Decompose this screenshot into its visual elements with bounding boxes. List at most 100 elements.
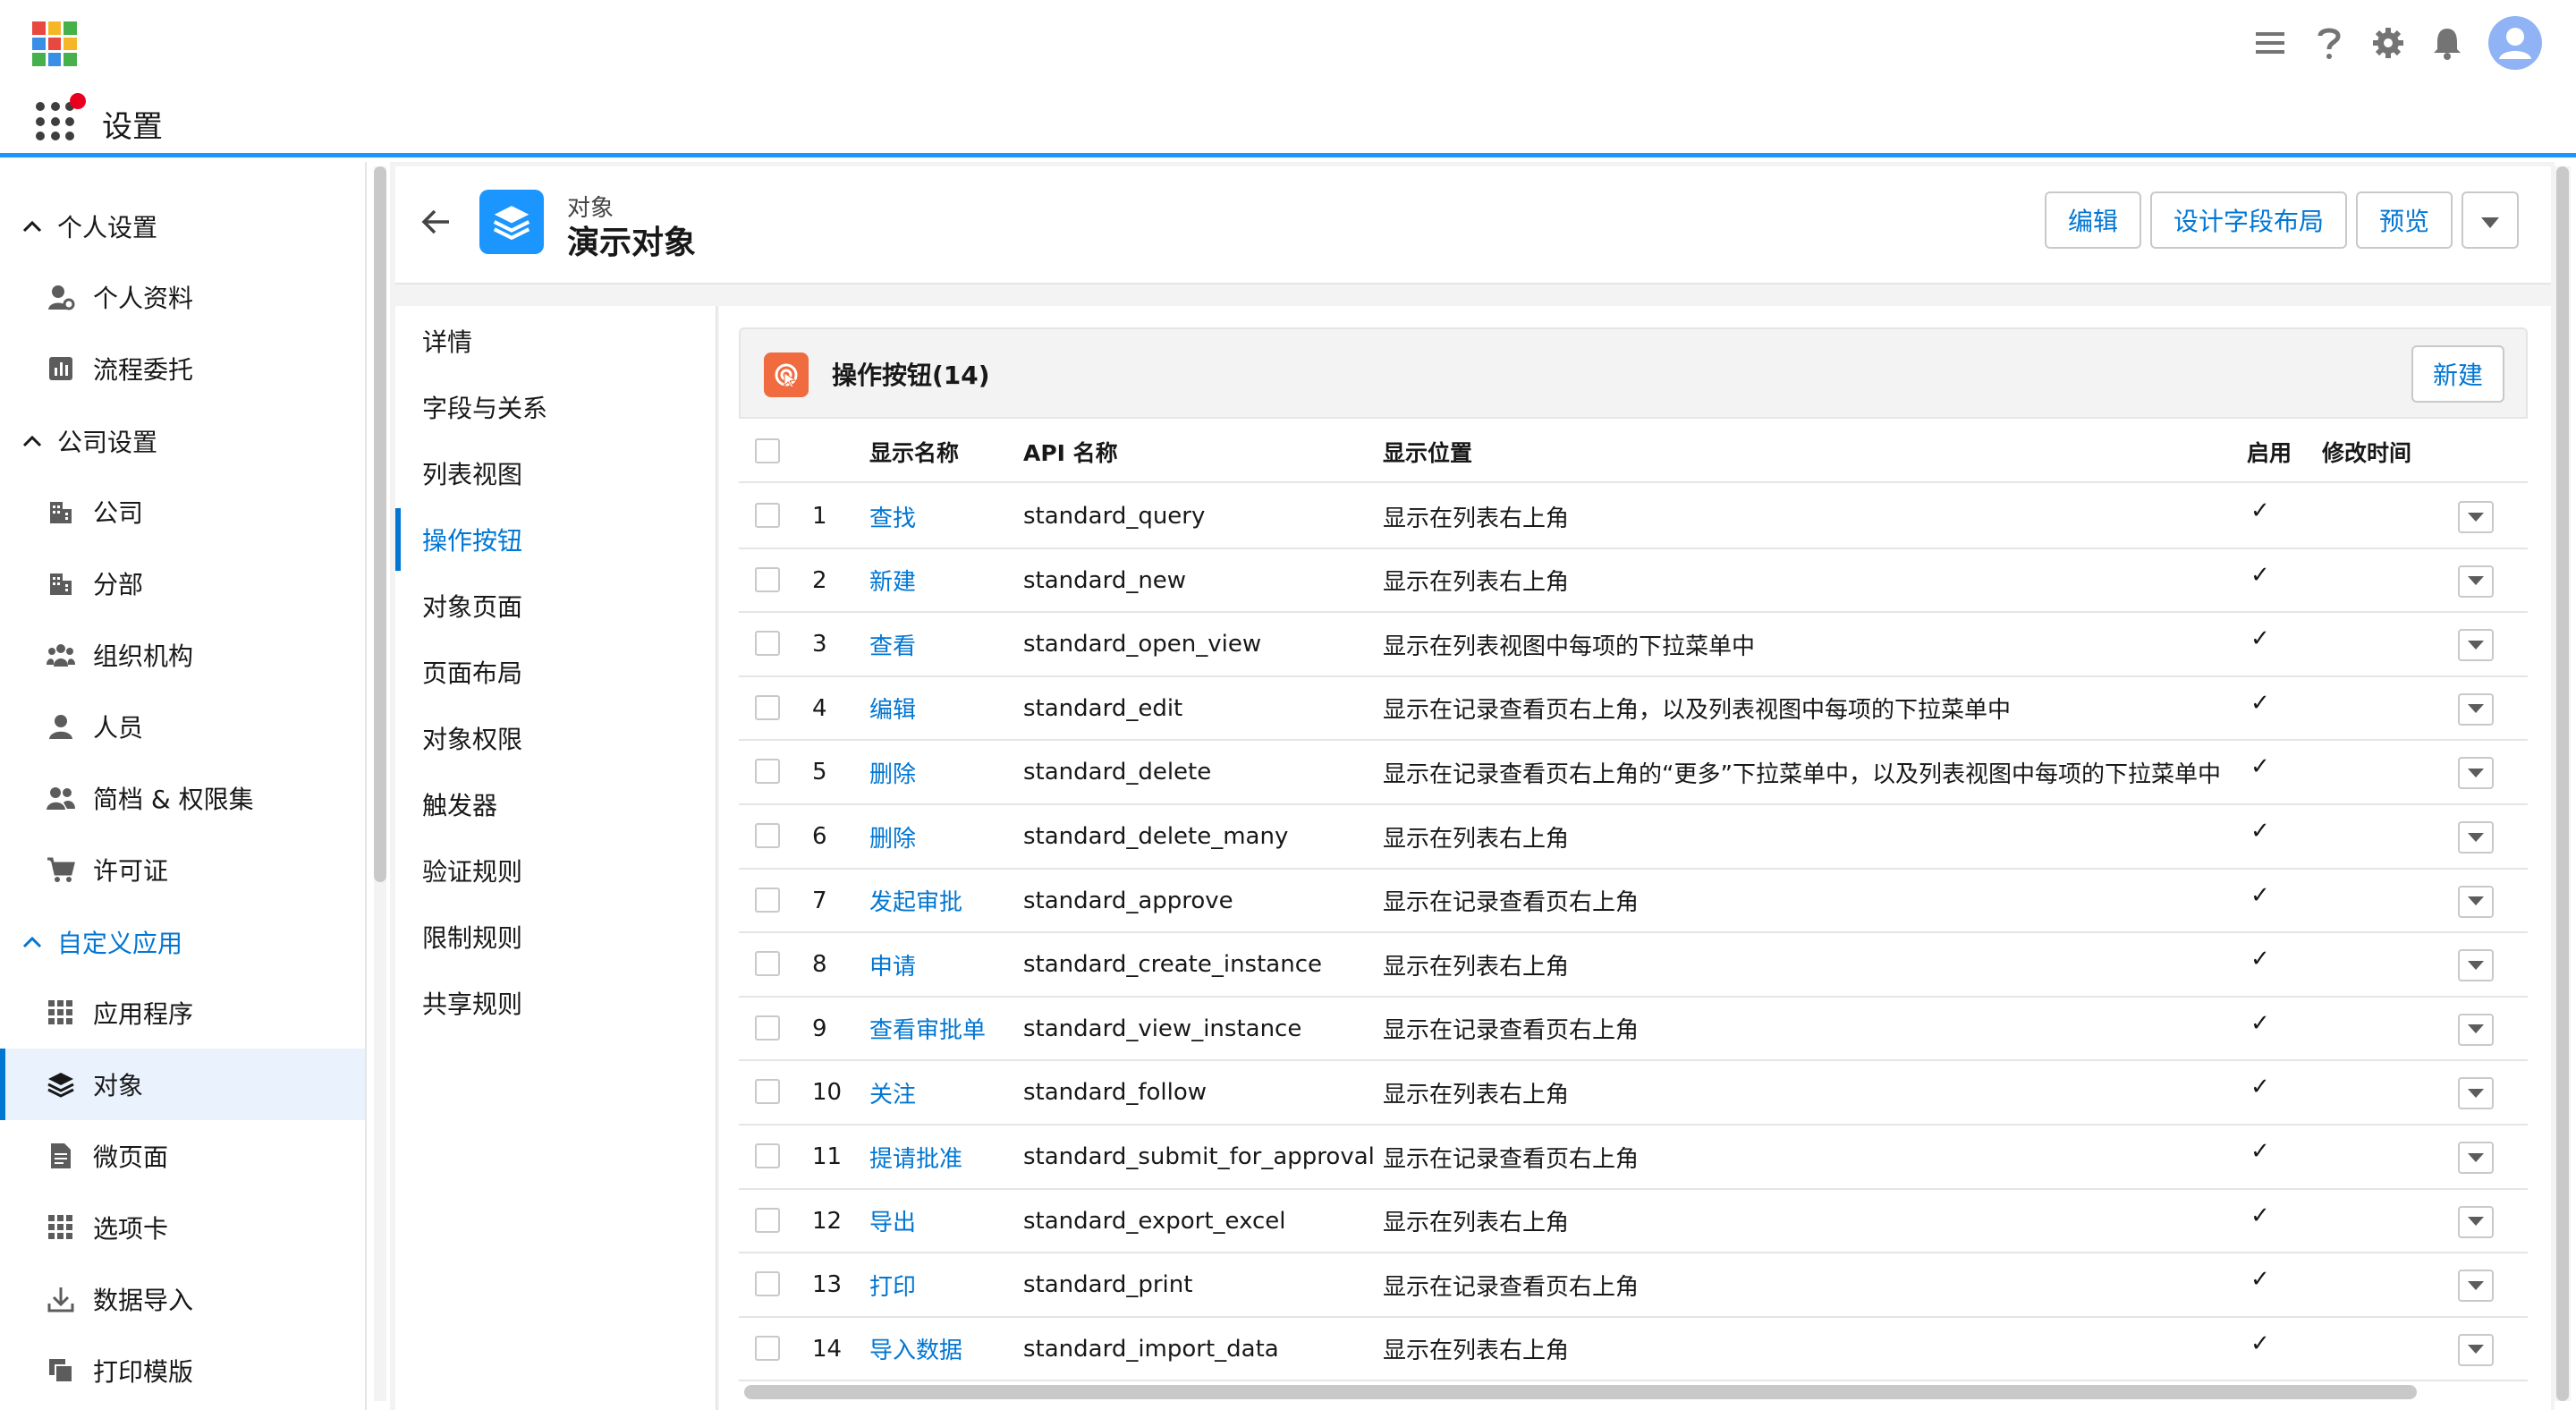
gear-icon[interactable] xyxy=(2370,25,2406,61)
sidebar-item-objects[interactable]: 对象 xyxy=(0,1049,365,1120)
action-name-link[interactable]: 导入数据 xyxy=(869,1318,962,1380)
edit-button[interactable]: 编辑 xyxy=(2044,191,2141,249)
sidebar-item-micropage[interactable]: 微页面 xyxy=(0,1120,365,1192)
action-name-link[interactable]: 发起审批 xyxy=(869,870,962,932)
row-actions-button[interactable] xyxy=(2458,629,2494,662)
row-checkbox[interactable] xyxy=(755,631,780,657)
row-checkbox[interactable] xyxy=(755,1207,780,1233)
sidebar-item-license[interactable]: 许可证 xyxy=(0,834,365,905)
action-name-link[interactable]: 查找 xyxy=(869,485,916,548)
action-name-link[interactable]: 导出 xyxy=(869,1190,916,1253)
sidebar-item-print-template[interactable]: 打印模版 xyxy=(0,1335,365,1406)
column-header-enabled[interactable]: 启用 xyxy=(2247,420,2292,483)
action-name-link[interactable]: 新建 xyxy=(869,549,916,612)
sidebar-item-company[interactable]: 公司 xyxy=(0,476,365,548)
table-row[interactable]: 6 删除 standard_delete_many 显示在列表右上角 ✓ xyxy=(739,805,2528,870)
row-checkbox[interactable] xyxy=(755,694,780,720)
design-layout-button[interactable]: 设计字段布局 xyxy=(2149,191,2347,249)
table-row[interactable]: 8 申请 standard_create_instance 显示在列表右上角 ✓ xyxy=(739,933,2528,998)
new-button[interactable]: 新建 xyxy=(2411,345,2504,403)
row-checkbox[interactable] xyxy=(755,887,780,913)
row-checkbox[interactable] xyxy=(755,566,780,592)
row-actions-button[interactable] xyxy=(2458,1333,2494,1366)
row-checkbox[interactable] xyxy=(755,503,780,528)
table-row[interactable]: 11 提请批准 standard_submit_for_approval 显示在记录查… xyxy=(739,1125,2528,1190)
sidebar-item-org[interactable]: 组织机构 xyxy=(0,619,365,691)
table-row[interactable]: 9 查看审批单 standard_view_instance 显示在记录查看页右上角 ✓ xyxy=(739,997,2528,1062)
row-actions-button[interactable] xyxy=(2458,885,2494,918)
page-scrollbar-thumb[interactable] xyxy=(2556,166,2569,1401)
row-checkbox[interactable] xyxy=(755,1079,780,1105)
table-row[interactable]: 7 发起审批 standard_approve 显示在记录查看页右上角 ✓ xyxy=(739,869,2528,934)
preview-button[interactable]: 预览 xyxy=(2355,191,2453,249)
action-name-link[interactable]: 删除 xyxy=(869,805,916,868)
row-actions-button[interactable] xyxy=(2458,1013,2494,1046)
sidebar-item-profile[interactable]: 个人资料 xyxy=(0,261,365,333)
sidebar-item-branch[interactable]: 分部 xyxy=(0,548,365,619)
back-arrow-icon[interactable] xyxy=(419,204,454,240)
table-row[interactable]: 1 查找 standard_query 显示在列表右上角 ✓ xyxy=(739,485,2528,549)
row-actions-button[interactable] xyxy=(2458,757,2494,790)
tab-object-pages[interactable]: 对象页面 xyxy=(395,574,716,637)
table-row[interactable]: 3 查看 standard_open_view 显示在列表视图中每项的下拉菜单中 ✓ xyxy=(739,613,2528,677)
sidebar-item-apps[interactable]: 应用程序 xyxy=(0,977,365,1049)
table-row[interactable]: 14 导入数据 standard_import_data 显示在列表右上角 ✓ xyxy=(739,1317,2528,1382)
row-actions-button[interactable] xyxy=(2458,1142,2494,1174)
tab-details[interactable]: 详情 xyxy=(395,310,716,372)
row-checkbox[interactable] xyxy=(755,823,780,848)
tab-page-layout[interactable]: 页面布局 xyxy=(395,641,716,703)
action-name-link[interactable]: 编辑 xyxy=(869,677,916,740)
action-name-link[interactable]: 提请批准 xyxy=(869,1125,962,1188)
row-actions-button[interactable] xyxy=(2458,1077,2494,1110)
user-avatar[interactable] xyxy=(2488,16,2542,70)
sidebar-group-custom-app[interactable]: 自定义应用 xyxy=(20,922,182,962)
column-header-name[interactable]: 显示名称 xyxy=(869,420,959,483)
column-header-modified[interactable]: 修改时间 xyxy=(2322,420,2411,483)
menu-icon[interactable] xyxy=(2252,25,2288,61)
action-name-link[interactable]: 删除 xyxy=(869,741,916,803)
row-checkbox[interactable] xyxy=(755,1335,780,1361)
table-row[interactable]: 2 新建 standard_new 显示在列表右上角 ✓ xyxy=(739,548,2528,614)
tab-fields[interactable]: 字段与关系 xyxy=(395,376,716,438)
action-name-link[interactable]: 查看审批单 xyxy=(869,998,986,1060)
row-checkbox[interactable] xyxy=(755,1271,780,1297)
action-name-link[interactable]: 打印 xyxy=(869,1253,916,1316)
row-checkbox[interactable] xyxy=(755,951,780,977)
horizontal-scrollbar[interactable] xyxy=(744,1385,2417,1399)
row-checkbox[interactable] xyxy=(755,1015,780,1041)
sidebar-group-personal[interactable]: 个人设置 xyxy=(20,207,157,246)
tab-list-views[interactable]: 列表视图 xyxy=(395,442,716,505)
tab-object-permissions[interactable]: 对象权限 xyxy=(395,707,716,769)
row-checkbox[interactable] xyxy=(755,1143,780,1168)
more-actions-button[interactable] xyxy=(2462,191,2519,249)
table-row[interactable]: 12 导出 standard_export_excel 显示在列表右上角 ✓ xyxy=(739,1189,2528,1254)
app-launcher-icon[interactable] xyxy=(36,102,75,141)
select-all-checkbox[interactable] xyxy=(755,438,780,463)
sidebar-item-tabs[interactable]: 选项卡 xyxy=(0,1192,365,1263)
sidebar-scrollbar-thumb[interactable] xyxy=(374,166,386,882)
action-name-link[interactable]: 关注 xyxy=(869,1061,916,1124)
action-name-link[interactable]: 申请 xyxy=(869,933,916,996)
row-actions-button[interactable] xyxy=(2458,692,2494,726)
sidebar-item-people[interactable]: 人员 xyxy=(0,691,365,762)
column-header-position[interactable]: 显示位置 xyxy=(1383,420,1472,483)
tab-triggers[interactable]: 触发器 xyxy=(395,773,716,836)
table-row[interactable]: 5 删除 standard_delete 显示在记录查看页右上角的“更多”下拉菜单中，… xyxy=(739,741,2528,805)
tab-restriction-rules[interactable]: 限制规则 xyxy=(395,905,716,968)
action-name-link[interactable]: 查看 xyxy=(869,613,916,675)
row-actions-button[interactable] xyxy=(2458,1270,2494,1303)
tab-validation-rules[interactable]: 验证规则 xyxy=(395,839,716,902)
help-icon[interactable] xyxy=(2311,25,2347,61)
sidebar-group-company[interactable]: 公司设置 xyxy=(20,421,157,461)
bell-icon[interactable] xyxy=(2429,25,2465,61)
tab-action-buttons[interactable]: 操作按钮 xyxy=(395,508,716,571)
row-actions-button[interactable] xyxy=(2458,949,2494,982)
row-actions-button[interactable] xyxy=(2458,501,2494,533)
table-row[interactable]: 13 打印 standard_print 显示在记录查看页右上角 ✓ xyxy=(739,1253,2528,1318)
row-checkbox[interactable] xyxy=(755,759,780,785)
column-header-api[interactable]: API 名称 xyxy=(1023,420,1118,483)
app-logo[interactable] xyxy=(32,21,77,66)
table-row[interactable]: 4 编辑 standard_edit 显示在记录查看页右上角，以及列表视图中每项的下拉… xyxy=(739,676,2528,742)
sidebar-item-data-import[interactable]: 数据导入 xyxy=(0,1263,365,1335)
table-row[interactable]: 10 关注 standard_follow 显示在列表右上角 ✓ xyxy=(739,1061,2528,1125)
